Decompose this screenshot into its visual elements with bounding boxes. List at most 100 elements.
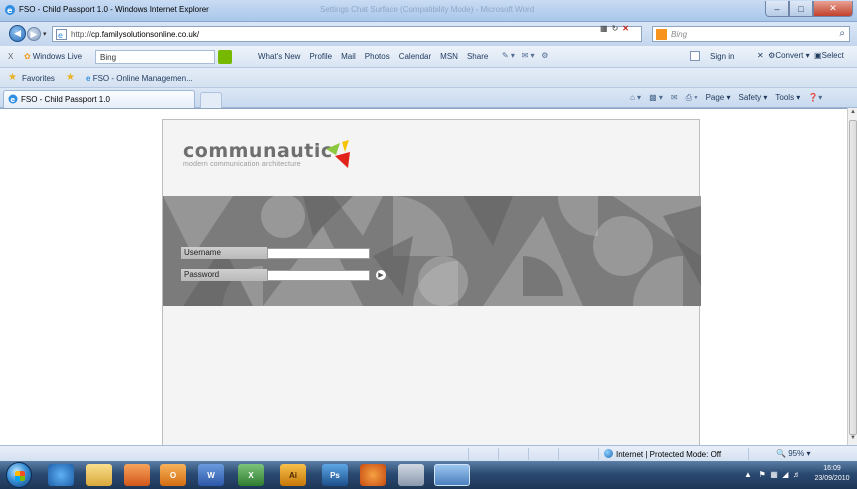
new-tab-button[interactable] [200, 92, 222, 108]
bing-icon [656, 29, 667, 40]
compatibility-view-icon[interactable]: ▦ [600, 24, 608, 33]
page-menu[interactable]: Page ▾ [706, 93, 731, 103]
tab-title: FSO - Child Passport 1.0 [21, 95, 110, 104]
svg-text:e: e [58, 31, 63, 40]
home-icon[interactable]: ⌂ ▾ [630, 93, 641, 103]
address-field[interactable]: e http://cp.familysolutionsonline.co.uk/ [52, 26, 642, 42]
help-icon[interactable]: ❓▾ [808, 93, 822, 103]
windows-live-toolbar: X ✿ Windows Live Bing What's New Profile … [0, 46, 857, 68]
print-icon[interactable]: ⎙ ▾ [686, 93, 698, 103]
convert-button[interactable]: ⚙Convert ▾ [768, 51, 809, 60]
taskbar-word-icon[interactable]: W [198, 464, 224, 486]
select-button[interactable]: ▣Select [814, 51, 844, 60]
live-toolbar-icons[interactable]: ✎ ▾ ✉ ▾ ⚙ [502, 51, 548, 60]
favorite-item-fso[interactable]: e FSO - Online Managemen... [86, 74, 193, 83]
communautic-logo: communautic modern communication archite… [183, 140, 350, 168]
recent-pages-dropdown[interactable]: ▾ [43, 30, 47, 38]
taskbar-media-player-icon[interactable] [124, 464, 150, 486]
favorites-star-icon[interactable]: ★ [8, 72, 17, 83]
internet-zone-icon [604, 449, 613, 458]
change-zoom-icon: 🔍 [776, 449, 786, 458]
window-title: FSO - Child Passport 1.0 - Windows Inter… [19, 5, 209, 14]
search-placeholder: Bing [671, 30, 688, 39]
login-submit-button[interactable]: ▶ [376, 270, 386, 280]
refresh-icon[interactable]: ↻ [612, 24, 619, 33]
arrow-right-icon: ▶ [30, 28, 38, 39]
volume-icon[interactable]: ♬ [793, 470, 801, 479]
live-menu-mail[interactable]: Mail [341, 52, 356, 61]
blog-icon[interactable]: ✎ ▾ [502, 51, 515, 60]
live-menu-profile[interactable]: Profile [309, 52, 332, 61]
start-button[interactable] [6, 462, 32, 488]
read-mail-icon[interactable]: ✉ [671, 93, 678, 103]
toolbar-x-icon[interactable]: ✕ [757, 51, 764, 60]
taskbar-outlook-icon[interactable]: O [160, 464, 186, 486]
svg-text:e: e [7, 6, 13, 15]
username-label: Username [181, 247, 267, 259]
favorites-bar: ★ Favorites ★ e FSO - Online Managemen..… [0, 68, 857, 88]
tools-menu[interactable]: Tools ▾ [775, 93, 800, 103]
svg-text:e: e [10, 96, 15, 104]
arrow-left-icon: ◀ [14, 28, 21, 38]
scroll-up-icon[interactable]: ▲ [850, 109, 856, 115]
network-signal-icon[interactable]: ◢ [782, 470, 788, 479]
system-tray: ▲ ⚑ ▦ ◢ ♬ [744, 470, 801, 479]
arrow-right-circle-icon: ▶ [378, 272, 384, 279]
stop-icon[interactable]: ✕ [622, 24, 629, 33]
search-icon[interactable]: ⌕ [839, 28, 845, 39]
taskbar-illustrator-icon[interactable]: Ai [280, 464, 306, 486]
live-search-input[interactable]: Bing [95, 50, 215, 64]
toolbar-close-button[interactable]: X [8, 52, 13, 61]
show-hidden-icons-icon[interactable]: ▲ [744, 470, 752, 479]
taskbar-explorer-icon[interactable] [86, 464, 112, 486]
sign-in-link[interactable]: Sign in [690, 51, 734, 61]
live-menu-photos[interactable]: Photos [365, 52, 390, 61]
search-field[interactable]: Bing ⌕ [652, 26, 850, 42]
live-menu-msn[interactable]: MSN [440, 52, 458, 61]
windows-live-brand[interactable]: ✿ Windows Live [24, 52, 82, 61]
taskbar-photoshop-icon[interactable]: Ps [322, 464, 348, 486]
background-window-title: Settings Chat Surface (Compatibility Mod… [320, 5, 535, 14]
minimize-button[interactable]: – [765, 1, 789, 17]
username-input[interactable] [267, 247, 370, 259]
favorites-button[interactable]: Favorites [22, 74, 55, 83]
password-row: Password ▶ [181, 269, 386, 281]
live-menu-calendar[interactable]: Calendar [399, 52, 431, 61]
password-input[interactable] [267, 269, 370, 281]
url-prefix: http:// [71, 30, 92, 39]
maximize-button[interactable]: □ [789, 1, 813, 17]
taskbar-ie-icon[interactable] [48, 464, 74, 486]
live-menu-whats-new[interactable]: What's New [258, 52, 300, 61]
back-button[interactable]: ◀ [9, 25, 26, 42]
forward-button[interactable]: ▶ [27, 27, 41, 41]
close-button[interactable]: ✕ [813, 1, 853, 17]
windows-taskbar: O W X Ai Ps ▲ ⚑ ▦ ◢ ♬ 16:09 23/09/2010 [0, 461, 857, 489]
logo-mark-icon [326, 140, 350, 168]
safety-menu[interactable]: Safety ▾ [738, 93, 767, 103]
internet-explorer-icon: e [5, 5, 15, 15]
spaces-icon[interactable]: ⚙ [541, 51, 548, 60]
page-ie-icon: e [8, 94, 18, 104]
add-to-favorites-icon[interactable]: ★ [66, 72, 75, 83]
url-host: cp.familysolutionsonline.co.uk/ [91, 30, 200, 39]
taskbar-firefox-icon[interactable] [360, 464, 386, 486]
action-center-flag-icon[interactable]: ⚑ [759, 470, 766, 479]
messenger-icon[interactable]: ✉ ▾ [522, 51, 535, 60]
device-icon[interactable]: ▦ [770, 470, 778, 479]
tab-fso-child-passport[interactable]: e FSO - Child Passport 1.0 [3, 90, 195, 108]
live-menu-share[interactable]: Share [467, 52, 488, 61]
taskbar-app-icon[interactable] [398, 464, 424, 486]
live-search-button[interactable] [218, 50, 232, 64]
tab-bar: e FSO - Child Passport 1.0 ⌂ ▾ ▩ ▾ ✉ ⎙ ▾… [0, 88, 857, 108]
clock-date: 23/09/2010 [814, 475, 850, 482]
security-zone[interactable]: Internet | Protected Mode: Off [604, 449, 721, 459]
feeds-icon[interactable]: ▩ ▾ [649, 93, 663, 103]
vertical-scrollbar[interactable]: ▲ ▼ [847, 108, 857, 445]
zoom-control[interactable]: 🔍 95% ▾ [776, 449, 810, 458]
taskbar-active-app-icon[interactable] [434, 464, 470, 486]
taskbar-excel-icon[interactable]: X [238, 464, 264, 486]
window-title-bar: e FSO - Child Passport 1.0 - Windows Int… [0, 0, 857, 22]
scrollbar-thumb[interactable] [849, 120, 857, 435]
scroll-down-icon[interactable]: ▼ [850, 435, 856, 441]
taskbar-clock[interactable]: 16:09 23/09/2010 [812, 464, 852, 484]
